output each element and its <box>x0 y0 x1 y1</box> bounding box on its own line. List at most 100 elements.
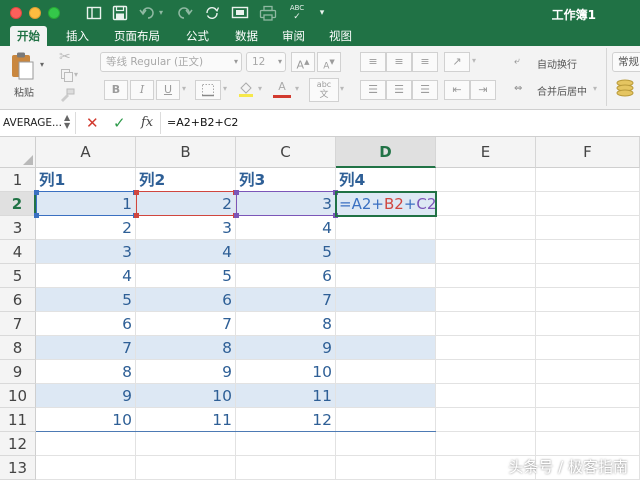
cell[interactable] <box>236 456 336 480</box>
table-cell[interactable]: 9 <box>236 336 336 360</box>
align-left-button[interactable]: ☰ <box>360 80 386 100</box>
copy-dropdown-icon[interactable]: ▾ <box>74 70 78 79</box>
tab-view[interactable]: 视图 <box>322 26 359 46</box>
redo-icon[interactable] <box>177 4 193 22</box>
bold-button[interactable]: B <box>104 80 128 100</box>
table-cell[interactable]: 4 <box>236 216 336 240</box>
phonetic-dropdown-icon[interactable]: ▾ <box>340 84 344 93</box>
table-cell[interactable]: 8 <box>236 312 336 336</box>
cell[interactable] <box>436 384 536 408</box>
table-cell[interactable] <box>336 384 436 408</box>
cell[interactable] <box>536 312 640 336</box>
column-header-c[interactable]: C <box>236 137 336 168</box>
borders-button[interactable] <box>195 80 221 100</box>
row-header-4[interactable]: 4 <box>0 240 36 264</box>
increase-font-size-button[interactable]: A▲ <box>291 52 315 72</box>
column-header-a[interactable]: A <box>36 137 136 168</box>
row-header-3[interactable]: 3 <box>0 216 36 240</box>
table-cell[interactable]: 5 <box>36 288 136 312</box>
cell[interactable] <box>236 432 336 456</box>
table-cell[interactable] <box>336 288 436 312</box>
worksheet-grid[interactable]: ABCDEF 1 2 3 4 5 6 7 8 9 10 11 12 13 列1 列2 列3 列4 1 2 3 =A2+… <box>0 137 640 487</box>
table-cell[interactable]: 7 <box>136 312 236 336</box>
formula-input[interactable]: =A2+B2+C2 <box>160 112 638 134</box>
table-cell[interactable]: 5 <box>236 240 336 264</box>
align-bottom-button[interactable]: ≡ <box>412 52 438 72</box>
align-right-button[interactable]: ☰ <box>412 80 438 100</box>
table-cell[interactable]: 7 <box>236 288 336 312</box>
editing-cell-d2[interactable]: =A2+B2+C2 <box>336 192 436 216</box>
cell[interactable] <box>436 360 536 384</box>
table-cell[interactable]: 8 <box>136 336 236 360</box>
table-cell[interactable] <box>336 408 436 432</box>
cell[interactable] <box>536 192 640 216</box>
fill-color-button[interactable] <box>234 80 258 100</box>
cell[interactable] <box>536 168 640 192</box>
table-header-cell[interactable]: 列3 <box>236 168 336 192</box>
reference-handle[interactable] <box>333 213 338 218</box>
tab-formulas[interactable]: 公式 <box>179 26 216 46</box>
cell[interactable] <box>36 432 136 456</box>
table-header-cell[interactable]: 列4 <box>336 168 436 192</box>
cell[interactable] <box>436 432 536 456</box>
tab-insert[interactable]: 插入 <box>59 26 96 46</box>
row-header-8[interactable]: 8 <box>0 336 36 360</box>
confirm-entry-icon[interactable]: ✓ <box>113 113 126 133</box>
table-cell[interactable]: 3 <box>236 192 336 216</box>
cell[interactable] <box>536 264 640 288</box>
window-zoom-button[interactable] <box>48 7 60 19</box>
merge-dropdown-icon[interactable]: ▾ <box>593 84 597 93</box>
text-orientation-button[interactable]: ↗ <box>444 52 470 72</box>
phonetic-button[interactable]: abc 文 <box>309 78 339 102</box>
row-header-12[interactable]: 12 <box>0 432 36 456</box>
currency-format-icon[interactable] <box>614 78 636 101</box>
table-cell[interactable]: 9 <box>36 384 136 408</box>
cell[interactable] <box>36 456 136 480</box>
table-cell[interactable]: 10 <box>136 384 236 408</box>
print-icon[interactable] <box>259 4 277 22</box>
underline-dropdown-icon[interactable]: ▾ <box>182 84 186 93</box>
align-center-button[interactable]: ☰ <box>386 80 412 100</box>
table-cell[interactable] <box>336 336 436 360</box>
table-cell[interactable]: 5 <box>136 264 236 288</box>
cell[interactable] <box>436 192 536 216</box>
insert-function-button[interactable]: fx <box>141 113 153 133</box>
table-cell[interactable]: 2 <box>36 216 136 240</box>
table-cell[interactable]: 6 <box>36 312 136 336</box>
align-top-button[interactable]: ≡ <box>360 52 386 72</box>
align-middle-button[interactable]: ≡ <box>386 52 412 72</box>
spelling-check-icon[interactable]: ABC ✓ <box>287 4 307 22</box>
paste-dropdown-icon[interactable]: ▾ <box>40 60 44 69</box>
table-cell[interactable]: 4 <box>136 240 236 264</box>
decrease-font-size-button[interactable]: A▼ <box>317 52 341 72</box>
cell[interactable] <box>536 384 640 408</box>
undo-icon[interactable] <box>139 4 157 22</box>
customize-toolbar-icon[interactable]: ▾ <box>316 4 328 22</box>
font-color-button[interactable]: A <box>270 80 294 100</box>
reference-handle[interactable] <box>34 213 39 218</box>
cell[interactable] <box>436 264 536 288</box>
cell[interactable] <box>536 288 640 312</box>
font-name-select[interactable]: 等线 Regular (正文) ▾ <box>100 52 242 72</box>
reference-handle[interactable] <box>234 213 239 218</box>
copy-icon[interactable] <box>60 68 74 85</box>
table-cell[interactable]: 3 <box>36 240 136 264</box>
tab-review[interactable]: 审阅 <box>275 26 312 46</box>
borders-dropdown-icon[interactable]: ▾ <box>223 84 227 93</box>
table-cell[interactable] <box>336 264 436 288</box>
tab-home[interactable]: 开始 <box>10 26 47 46</box>
cell[interactable] <box>436 336 536 360</box>
table-cell[interactable] <box>336 360 436 384</box>
window-close-button[interactable] <box>10 7 22 19</box>
increase-indent-button[interactable]: ⇥ <box>470 80 496 100</box>
window-minimize-button[interactable] <box>29 7 41 19</box>
column-header-e[interactable]: E <box>436 137 536 168</box>
table-header-cell[interactable]: 列1 <box>36 168 136 192</box>
font-color-dropdown-icon[interactable]: ▾ <box>295 84 299 93</box>
orientation-dropdown-icon[interactable]: ▾ <box>472 56 476 65</box>
table-cell[interactable]: 10 <box>36 408 136 432</box>
undo-dropdown-icon[interactable]: ▾ <box>157 4 165 22</box>
sidebar-toggle-icon[interactable] <box>86 4 102 22</box>
italic-button[interactable]: I <box>130 80 154 100</box>
cell[interactable] <box>536 408 640 432</box>
